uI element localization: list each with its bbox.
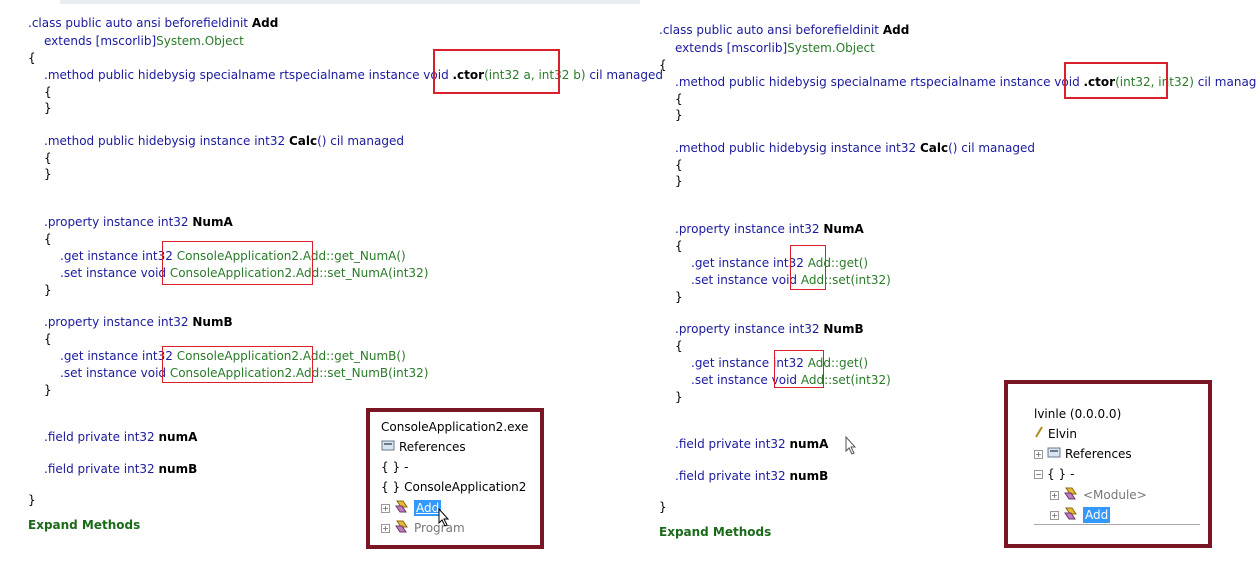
brace: {	[44, 232, 52, 246]
field-numa[interactable]: .field private int32 numA	[675, 436, 828, 452]
assembly-tree-panel: lvinle (0.0.0.0) Elvin + References − { …	[1004, 380, 1212, 548]
tree-item-references[interactable]: + References	[1034, 446, 1132, 462]
references-icon	[1047, 446, 1061, 462]
top-bar	[60, 0, 640, 4]
tree-item-assembly[interactable]: ConsoleApplication2.exe	[381, 419, 528, 435]
brace: }	[44, 383, 52, 397]
tree-item-module-file[interactable]: Elvin	[1034, 426, 1077, 442]
brace: }	[44, 167, 52, 181]
ctor-highlight-box	[433, 49, 560, 94]
assembly-tree-panel: ConsoleApplication2.exe References { } - …	[366, 408, 544, 549]
class-icon	[1063, 486, 1079, 504]
ctor-line[interactable]: .method public hidebysig specialname rts…	[675, 74, 1256, 90]
extends-line: extends [mscorlib]System.Object	[675, 41, 875, 55]
getter-numa[interactable]: .get instance int32 Add::get()	[691, 255, 868, 271]
brace: {	[44, 332, 52, 346]
field-numa[interactable]: .field private int32 numA	[44, 429, 197, 445]
brace: {	[675, 239, 683, 253]
brace: }	[659, 500, 667, 514]
calc-line[interactable]: .method public hidebysig instance int32 …	[44, 133, 404, 149]
field-numb[interactable]: .field private int32 numB	[675, 468, 828, 484]
tree-item-module[interactable]: + <Module>	[1050, 486, 1147, 504]
numb-accessor-highlight	[774, 350, 824, 388]
namespace-icon: { }	[1047, 467, 1067, 481]
expand-icon[interactable]: +	[1034, 449, 1043, 459]
mouse-cursor-icon	[438, 508, 450, 527]
brace: {	[28, 51, 36, 65]
class-icon	[1063, 506, 1079, 524]
field-numb[interactable]: .field private int32 numB	[44, 461, 197, 477]
expand-icon[interactable]: +	[1050, 510, 1059, 520]
property-numa[interactable]: .property instance int32 NumA	[44, 214, 233, 230]
brace: }	[44, 283, 52, 297]
brace: }	[675, 174, 683, 188]
class-declaration: .class public auto ansi beforefieldinit …	[28, 16, 279, 30]
expand-icon[interactable]: +	[381, 503, 390, 513]
brace: {	[675, 158, 683, 172]
tree-scrollbar-line	[1034, 524, 1200, 525]
numa-accessor-highlight	[790, 245, 826, 290]
class-icon	[394, 519, 410, 537]
references-icon	[381, 439, 395, 455]
class-icon	[394, 499, 410, 517]
namespace-icon: { }	[381, 460, 401, 474]
numa-accessor-highlight	[162, 241, 313, 285]
tree-item-assembly[interactable]: lvinle (0.0.0.0)	[1034, 406, 1121, 422]
class-declaration: .class public auto ansi beforefieldinit …	[659, 23, 910, 37]
brace: {	[675, 92, 683, 106]
namespace-icon: { }	[381, 480, 401, 494]
brace: }	[44, 101, 52, 115]
module-icon	[1034, 426, 1044, 442]
expand-methods-link[interactable]: Expand Methods	[659, 524, 771, 540]
extends-line: extends [mscorlib]System.Object	[44, 34, 244, 48]
brace: }	[675, 290, 683, 304]
ctor-line[interactable]: .method public hidebysig specialname rts…	[44, 67, 663, 83]
mouse-cursor-icon	[845, 436, 857, 455]
calc-line[interactable]: .method public hidebysig instance int32 …	[675, 140, 1035, 156]
brace: }	[675, 108, 683, 122]
expand-icon[interactable]: +	[1050, 490, 1059, 500]
tree-item-namespace[interactable]: { } ConsoleApplication2	[381, 479, 526, 495]
numb-accessor-highlight	[162, 346, 313, 383]
brace: }	[675, 390, 683, 404]
tree-item-add-class[interactable]: + Add	[1050, 506, 1111, 524]
brace: {	[659, 58, 667, 72]
property-numb[interactable]: .property instance int32 NumB	[675, 321, 864, 337]
brace: }	[28, 493, 36, 507]
property-numb[interactable]: .property instance int32 NumB	[44, 314, 233, 330]
property-numa[interactable]: .property instance int32 NumA	[675, 221, 864, 237]
tree-item-namespace-empty[interactable]: − { } -	[1034, 466, 1074, 482]
tree-item-references[interactable]: References	[381, 439, 466, 455]
tree-item-add-class[interactable]: + Add	[381, 499, 442, 517]
brace: {	[44, 85, 52, 99]
brace: {	[675, 339, 683, 353]
collapse-icon[interactable]: −	[1034, 469, 1043, 479]
expand-methods-link[interactable]: Expand Methods	[28, 517, 140, 533]
ctor-highlight-box	[1064, 62, 1168, 99]
tree-item-program-class[interactable]: + Program	[381, 519, 465, 537]
brace: {	[44, 151, 52, 165]
expand-icon[interactable]: +	[381, 523, 390, 533]
tree-item-namespace-empty[interactable]: { } -	[381, 459, 408, 475]
